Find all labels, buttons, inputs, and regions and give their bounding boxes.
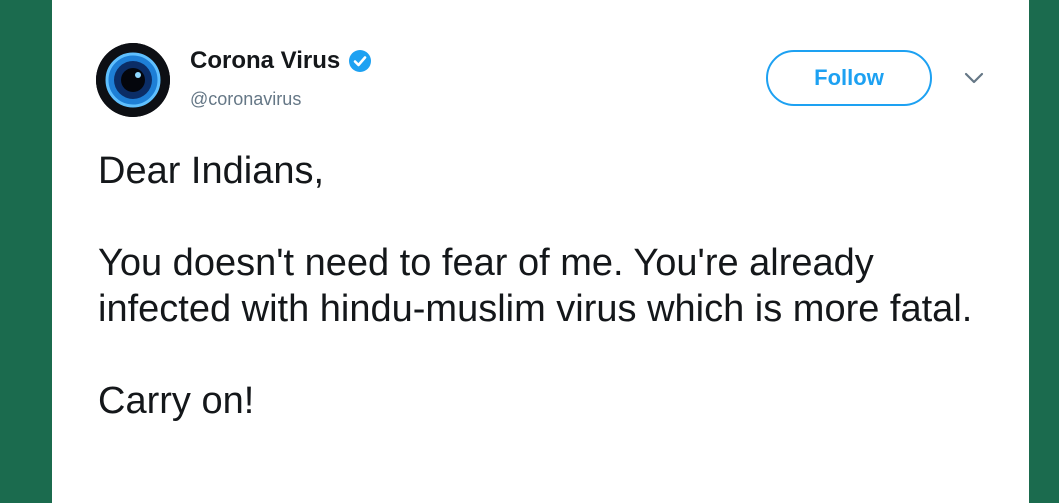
avatar[interactable] [96, 43, 170, 117]
chevron-down-icon[interactable] [962, 70, 986, 86]
tweet-text: Dear Indians, You doesn't need to fear o… [98, 148, 998, 424]
tweet-closing: Carry on! [98, 380, 255, 422]
author-name-row[interactable]: Corona Virus [190, 47, 372, 75]
author-handle[interactable]: @coronavirus [190, 89, 301, 110]
follow-button[interactable]: Follow [766, 50, 932, 106]
verified-badge-icon [348, 49, 372, 73]
author-name[interactable]: Corona Virus [190, 47, 340, 75]
tweet-greeting: Dear Indians, [98, 150, 325, 192]
tweet-body: You doesn't need to fear of me. You're a… [98, 242, 973, 330]
virus-eye-icon [96, 43, 170, 117]
tweet-card: Corona Virus @coronavirus Follow Dear In… [52, 0, 1029, 503]
